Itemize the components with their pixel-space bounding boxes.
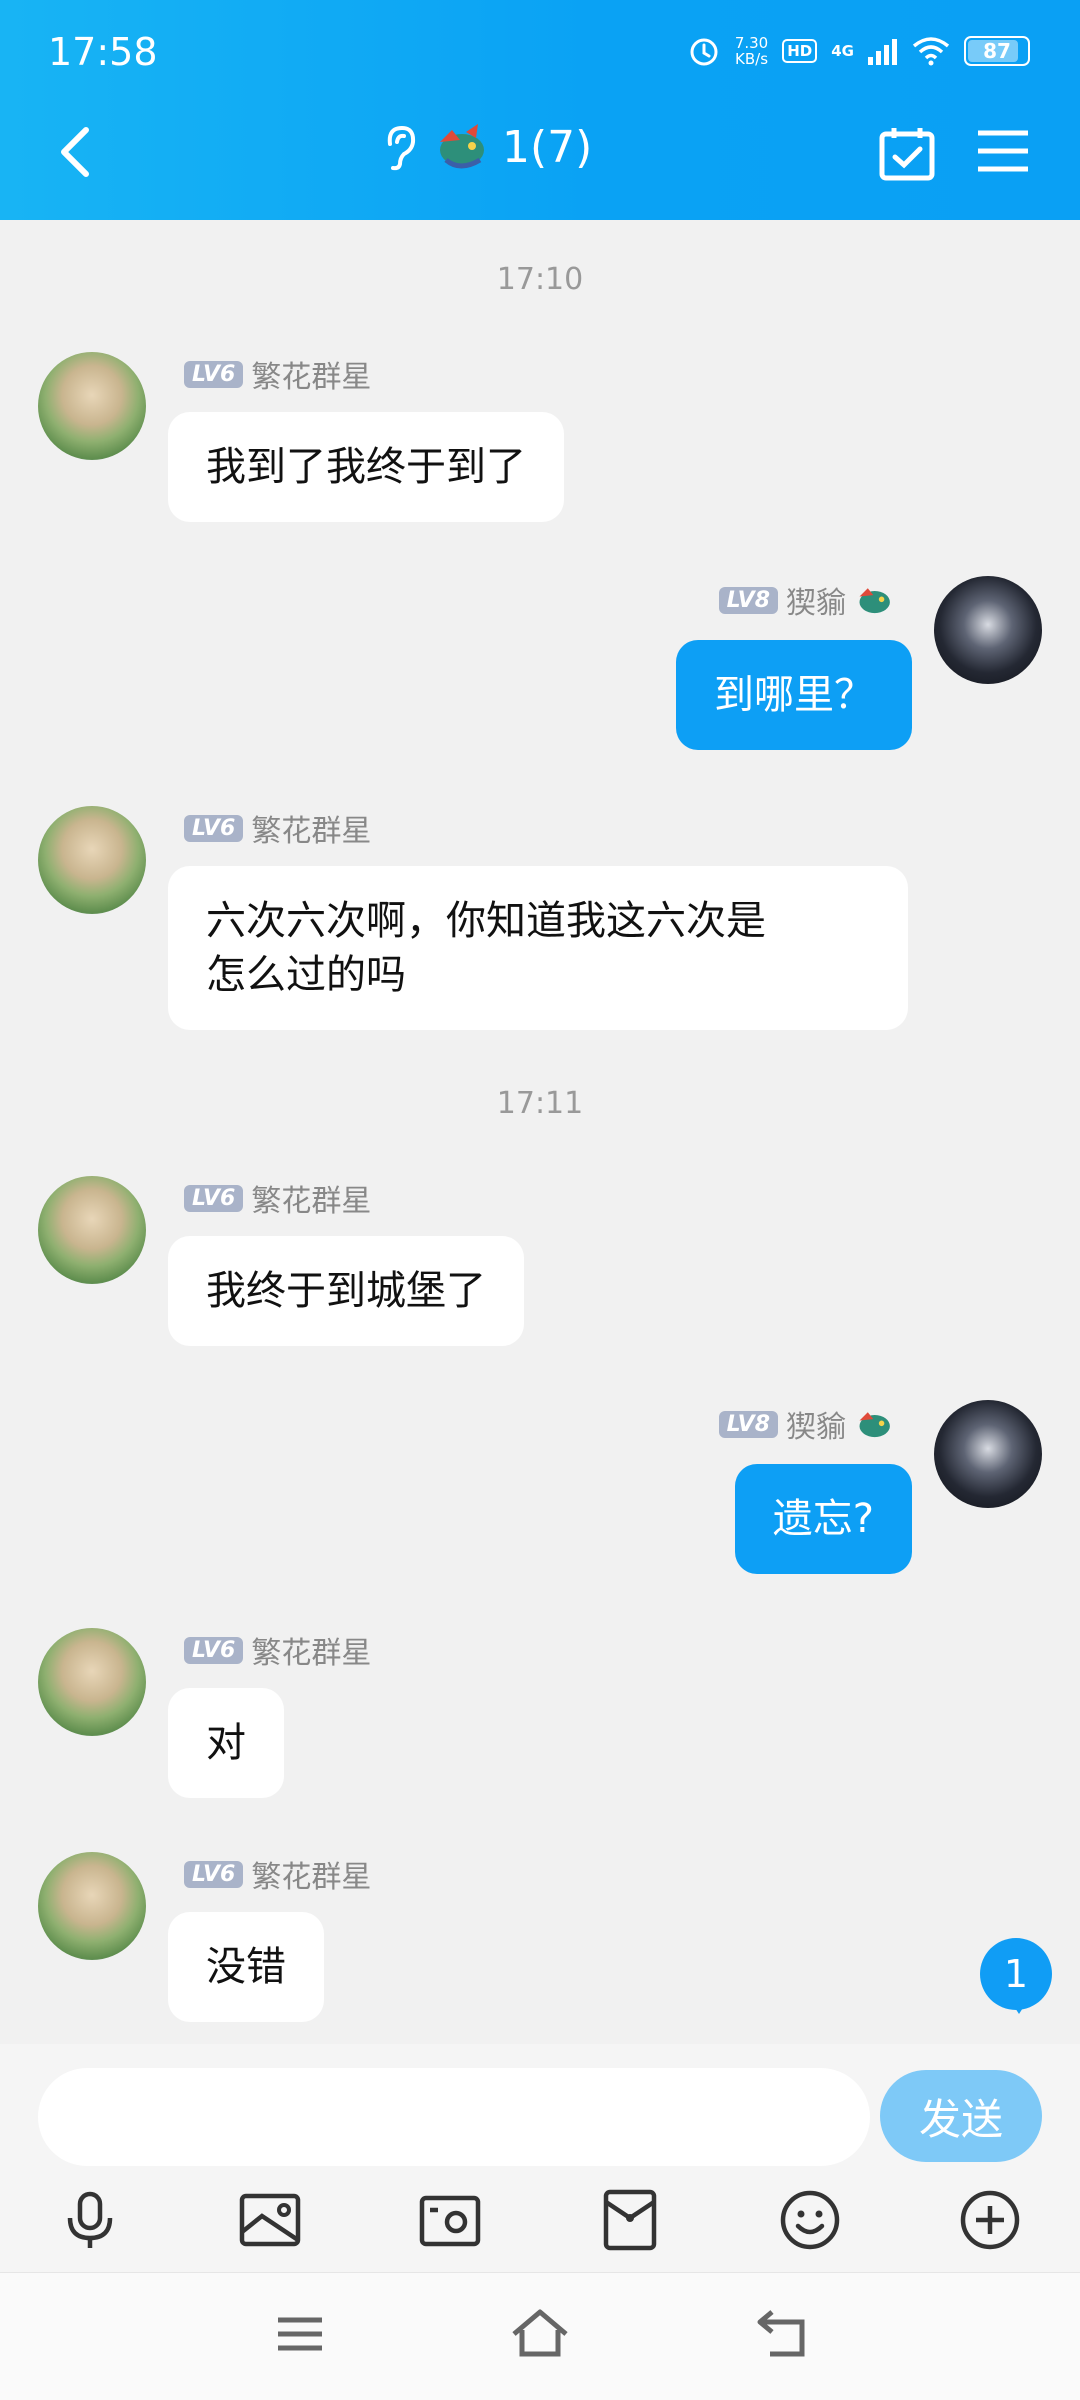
- sender-nameline: LV8 猰貐: [718, 1402, 894, 1446]
- avatar[interactable]: [38, 1176, 146, 1284]
- avatar[interactable]: [934, 1400, 1042, 1508]
- message-bubble[interactable]: 对: [168, 1688, 284, 1798]
- chat-title[interactable]: 1(7): [380, 120, 592, 174]
- plus-circle-icon[interactable]: [958, 2188, 1022, 2252]
- camera-icon[interactable]: [418, 2188, 482, 2252]
- level-badge: LV8: [718, 586, 778, 614]
- sender-name[interactable]: 繁花群星: [251, 806, 371, 850]
- sender-name[interactable]: 繁花群星: [251, 352, 371, 396]
- unread-badge-tail: [1010, 2000, 1028, 2014]
- level-badge: LV8: [718, 1410, 778, 1438]
- send-button[interactable]: 发送: [880, 2070, 1042, 2162]
- message-input[interactable]: [38, 2068, 870, 2166]
- sender-nameline: LV6 繁花群星: [184, 1176, 371, 1220]
- back-button[interactable]: [50, 122, 100, 182]
- wifi-icon: [912, 37, 950, 66]
- message-bubble[interactable]: 我终于到城堡了: [168, 1236, 524, 1346]
- back-icon[interactable]: [750, 2304, 810, 2364]
- message-bubble[interactable]: 到哪里？: [676, 640, 912, 750]
- sender-nameline: LV8 猰貐: [718, 578, 894, 622]
- level-badge: LV6: [184, 1184, 244, 1212]
- microphone-icon[interactable]: [58, 2188, 122, 2252]
- sender-name[interactable]: 繁花群星: [251, 1852, 371, 1896]
- avatar[interactable]: [38, 1852, 146, 1960]
- signal-icon: [868, 39, 897, 65]
- recents-icon[interactable]: [270, 2304, 330, 2364]
- message-line: 怎么过的吗: [206, 952, 406, 998]
- network-type: 4G: [831, 42, 854, 60]
- message-bubble[interactable]: 六次六次啊，你知道我这六次是 怎么过的吗: [168, 866, 908, 1030]
- sender-nameline: LV6 繁花群星: [184, 352, 371, 396]
- emoji-icon[interactable]: [778, 2188, 842, 2252]
- red-packet-icon[interactable]: [598, 2188, 662, 2252]
- sender-name[interactable]: 繁花群星: [251, 1176, 371, 1220]
- battery-level: 87: [983, 39, 1011, 63]
- avatar[interactable]: [38, 352, 146, 460]
- calendar-check-icon[interactable]: [878, 124, 936, 182]
- level-badge: LV6: [184, 814, 244, 842]
- status-icons: 7.30 KB/s HD 4G 87: [687, 34, 1030, 68]
- message-line: 六次六次啊，你知道我这六次是: [206, 898, 766, 944]
- sender-nameline: LV6 繁花群星: [184, 806, 371, 850]
- app-header: 17:58 7.30 KB/s HD 4G 87 1(7): [0, 0, 1080, 220]
- net-speed: 7.30 KB/s: [734, 34, 769, 68]
- chat-title-text: 1(7): [502, 121, 593, 173]
- level-badge: LV6: [184, 1860, 244, 1888]
- sender-name[interactable]: 繁花群星: [251, 1628, 371, 1672]
- message-timestamp: 17:11: [496, 1086, 584, 1121]
- battery-indicator: 87: [964, 36, 1030, 66]
- image-icon[interactable]: [238, 2188, 302, 2252]
- level-badge: LV6: [184, 1636, 244, 1664]
- dragon-icon: [859, 1412, 890, 1438]
- menu-icon[interactable]: [976, 128, 1030, 174]
- alarm-icon: [690, 38, 718, 66]
- message-bubble[interactable]: 遗忘?: [734, 1464, 912, 1574]
- hd-badge: HD: [782, 39, 818, 63]
- sender-name[interactable]: 猰貐: [786, 578, 846, 622]
- dragon-icon: [440, 124, 484, 169]
- message-timestamp: 17:10: [496, 262, 584, 297]
- home-icon[interactable]: [510, 2304, 570, 2364]
- message-bubble[interactable]: 我到了我终于到了: [168, 412, 564, 522]
- dragon-icon: [859, 588, 890, 614]
- sender-nameline: LV6 繁花群星: [184, 1852, 371, 1896]
- ear-icon: [387, 125, 416, 171]
- avatar[interactable]: [934, 576, 1042, 684]
- avatar[interactable]: [38, 806, 146, 914]
- message-bubble[interactable]: 没错: [168, 1912, 324, 2022]
- sender-name[interactable]: 猰貐: [786, 1402, 846, 1446]
- avatar[interactable]: [38, 1628, 146, 1736]
- sender-nameline: LV6 繁花群星: [184, 1628, 371, 1672]
- status-time: 17:58: [48, 30, 158, 74]
- level-badge: LV6: [184, 360, 244, 388]
